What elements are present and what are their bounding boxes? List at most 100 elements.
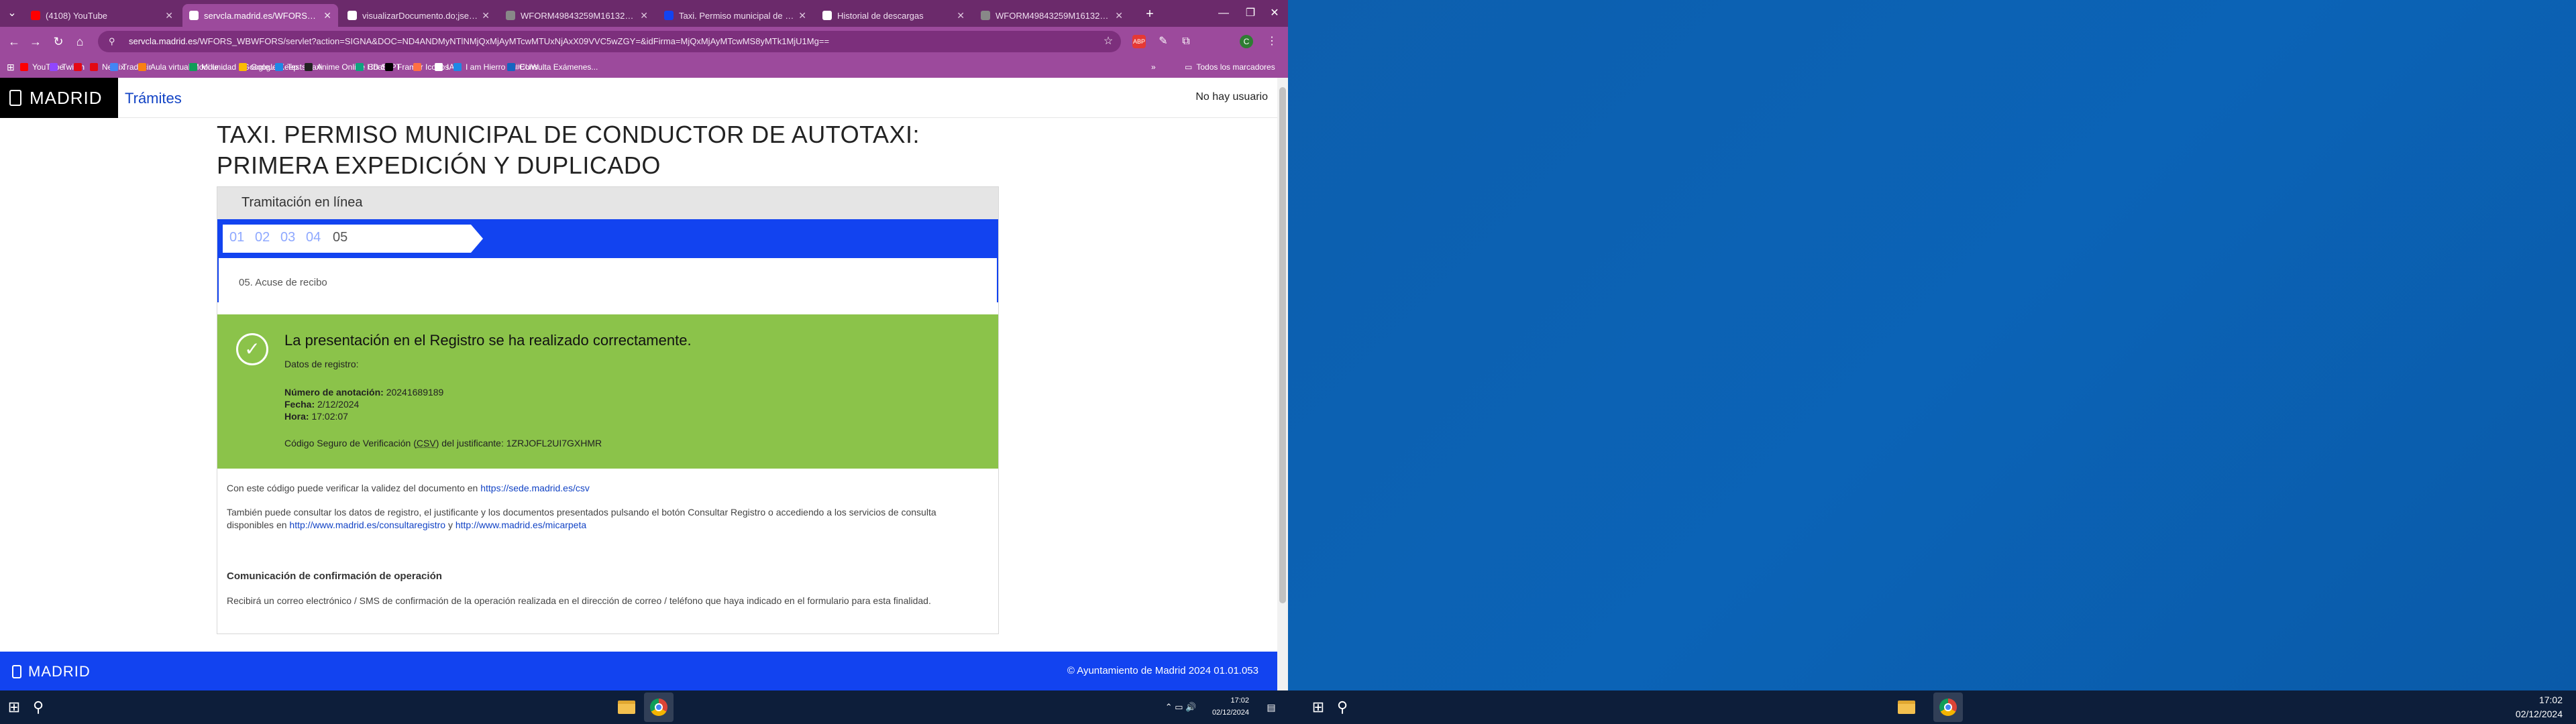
extensions-icon[interactable]: ⧉ — [1178, 34, 1194, 50]
chrome-taskbar[interactable] — [644, 692, 674, 722]
tramites-link[interactable]: Trámites — [125, 90, 182, 107]
close-window-icon[interactable]: ✕ — [1261, 4, 1288, 23]
windows-start-icon[interactable]: ⊞ — [1307, 696, 1330, 719]
tab-close-icon[interactable]: ✕ — [957, 10, 965, 21]
bookmark-favicon-icon — [50, 63, 58, 71]
web-page: MADRID Trámites No hay usuario TAXI. PER… — [0, 78, 1277, 690]
footer-bear-icon — [12, 665, 21, 678]
tab-close-icon[interactable]: ✕ — [1115, 10, 1123, 21]
address-bar[interactable]: ⚲ servcla.madrid.es/WFORS_WBWFORS/servle… — [98, 31, 1121, 52]
csv-code: 1ZRJOFL2UI7GXHMR — [506, 438, 602, 448]
bookmark-favicon-icon — [435, 63, 443, 71]
tab-search-icon[interactable]: ⌄ — [4, 5, 20, 21]
browser-tab[interactable]: Historial de descargas ✕ — [816, 4, 971, 27]
back-icon[interactable]: ← — [5, 33, 23, 50]
tab-close-icon[interactable]: ✕ — [165, 10, 173, 21]
browser-tab[interactable]: WFORM49843259M16132279 ✕ — [499, 4, 655, 27]
consult-and: y — [447, 520, 453, 530]
site-header: MADRID Trámites No hay usuario — [0, 78, 1277, 118]
search-icon[interactable]: ⚲ — [27, 696, 50, 719]
folder-icon: ▭ — [1185, 62, 1193, 72]
bookmark-star-icon[interactable]: ☆ — [1100, 34, 1116, 50]
folder-icon — [618, 701, 635, 714]
taskbar-right: ⊞ ⚲ 17:02 02/12/2024 — [1288, 690, 2576, 724]
page-scrollbar[interactable] — [1277, 78, 1288, 690]
browser-tab[interactable]: visualizarDocumento.do;jsessionid ✕ — [341, 4, 496, 27]
system-tray-icons[interactable]: ⌃ ▭ 🔊 — [1161, 696, 1201, 719]
search-icon[interactable]: ⚲ — [1331, 696, 1354, 719]
minimize-icon[interactable]: — — [1210, 4, 1237, 23]
bookmark-favicon-icon — [275, 63, 283, 71]
annotation-number-row: Número de anotación: 20241689189 — [284, 387, 443, 398]
date-label: Fecha: — [284, 399, 315, 410]
site-footer: MADRID © Ayuntamiento de Madrid 2024 01.… — [0, 652, 1277, 690]
bookmark-label: Consulta Exámenes... — [519, 62, 598, 72]
bookmark-item[interactable] — [74, 60, 86, 74]
file-explorer-taskbar[interactable] — [1892, 692, 1921, 722]
micarpeta-link[interactable]: http://www.madrid.es/micarpeta — [455, 520, 586, 530]
apps-grid-icon[interactable]: ⊞ — [7, 60, 15, 74]
browser-menu-icon[interactable]: ⋮ — [1264, 34, 1280, 50]
verify-text: Con este código puede verificar la valid… — [227, 483, 478, 493]
title-line-1: TAXI. PERMISO MUNICIPAL DE CONDUCTOR DE … — [217, 121, 920, 148]
madrid-logo[interactable]: MADRID — [0, 78, 118, 118]
verify-link[interactable]: https://sede.madrid.es/csv — [480, 483, 590, 493]
bookmark-item[interactable]: Consulta Exámenes... — [507, 60, 598, 74]
scrollbar-thumb[interactable] — [1279, 87, 1286, 603]
copyright: © Ayuntamiento de Madrid 2024 01.01.053 — [1067, 665, 1258, 676]
left-clock[interactable]: 17:02 02/12/2024 — [1208, 695, 1249, 719]
tab-close-icon[interactable]: ✕ — [798, 10, 806, 21]
browser-tab[interactable]: servcla.madrid.es/WFORS_WBWFORS/servlet?… — [182, 4, 338, 27]
right-date: 02/12/2024 — [2515, 709, 2563, 719]
confirmation-text: Recibirá un correo electrónico / SMS de … — [227, 595, 931, 606]
tab-label: servcla.madrid.es/WFORS_WBWFORS/servlet?… — [204, 10, 320, 21]
bookmark-favicon-icon — [20, 63, 28, 71]
tab-favicon-icon — [31, 11, 40, 20]
bookmark-favicon-icon — [138, 63, 146, 71]
profile-avatar[interactable]: C — [1240, 35, 1253, 48]
consult-registro-link[interactable]: http://www.madrid.es/consultaregistro — [289, 520, 445, 530]
desktop-background — [1288, 0, 2576, 724]
windows-start-icon[interactable]: ⊞ — [3, 696, 25, 719]
tramitacion-header: Tramitación en línea — [217, 187, 998, 219]
site-info-icon[interactable]: ⚲ — [109, 31, 115, 52]
tab-label: WFORM49843259M16132279 — [521, 10, 637, 21]
browser-tab[interactable]: (4108) YouTube ✕ — [24, 4, 180, 27]
adblock-extension-icon[interactable]: ABP — [1132, 35, 1146, 48]
step-progress-bar: 01 02 03 04 05 — [217, 219, 998, 258]
tab-bar: ⌄ (4108) YouTube ✕ servcla.madrid.es/WFORS… — [0, 0, 1288, 27]
step-03: 03 — [280, 230, 296, 245]
eyedropper-extension-icon[interactable]: ✎ — [1155, 34, 1171, 50]
taskbar-left: ⊞ ⚲ ⌃ ▭ 🔊 17:02 02/12/2024 ▤ — [0, 690, 1288, 724]
bookmark-favicon-icon — [305, 63, 313, 71]
tab-close-icon[interactable]: ✕ — [323, 10, 331, 21]
browser-tab[interactable]: Taxi. Permiso municipal de conductor ✕ — [657, 4, 813, 27]
file-explorer-taskbar[interactable] — [612, 692, 641, 722]
step-01: 01 — [229, 230, 245, 245]
notifications-icon[interactable]: ▤ — [1260, 696, 1283, 719]
tab-favicon-icon — [347, 11, 357, 20]
current-step-label: 05. Acuse de recibo — [217, 258, 998, 302]
tab-label: Taxi. Permiso municipal de conductor — [679, 10, 794, 21]
footer-logo[interactable]: MADRID — [12, 663, 91, 680]
browser-tab[interactable]: WFORM49843259M16132279 ✕ — [974, 4, 1130, 27]
tab-close-icon[interactable]: ✕ — [482, 10, 490, 21]
reload-icon[interactable]: ↻ — [50, 33, 67, 50]
all-bookmarks-folder[interactable]: ▭ Todos los marcadores — [1185, 60, 1275, 74]
bookmark-favicon-icon — [189, 63, 197, 71]
maximize-icon[interactable]: ❐ — [1237, 4, 1264, 23]
tab-favicon-icon — [189, 11, 199, 20]
tab-close-icon[interactable]: ✕ — [640, 10, 648, 21]
confirmation-title: Comunicación de confirmación de operació… — [227, 570, 442, 582]
right-clock[interactable]: 17:02 02/12/2024 — [2482, 693, 2563, 721]
step-04: 04 — [306, 230, 321, 245]
tab-favicon-icon — [981, 11, 990, 20]
consult-paragraph: También puede consultar los datos de reg… — [227, 506, 985, 532]
chrome-taskbar[interactable] — [1933, 692, 1963, 722]
home-icon[interactable]: ⌂ — [71, 33, 89, 50]
new-tab-icon[interactable]: + — [1140, 5, 1159, 24]
bookmark-favicon-icon — [239, 63, 247, 71]
forward-icon[interactable]: → — [27, 33, 44, 50]
tab-favicon-icon — [664, 11, 674, 20]
bookmarks-overflow-icon[interactable]: » — [1151, 60, 1156, 74]
